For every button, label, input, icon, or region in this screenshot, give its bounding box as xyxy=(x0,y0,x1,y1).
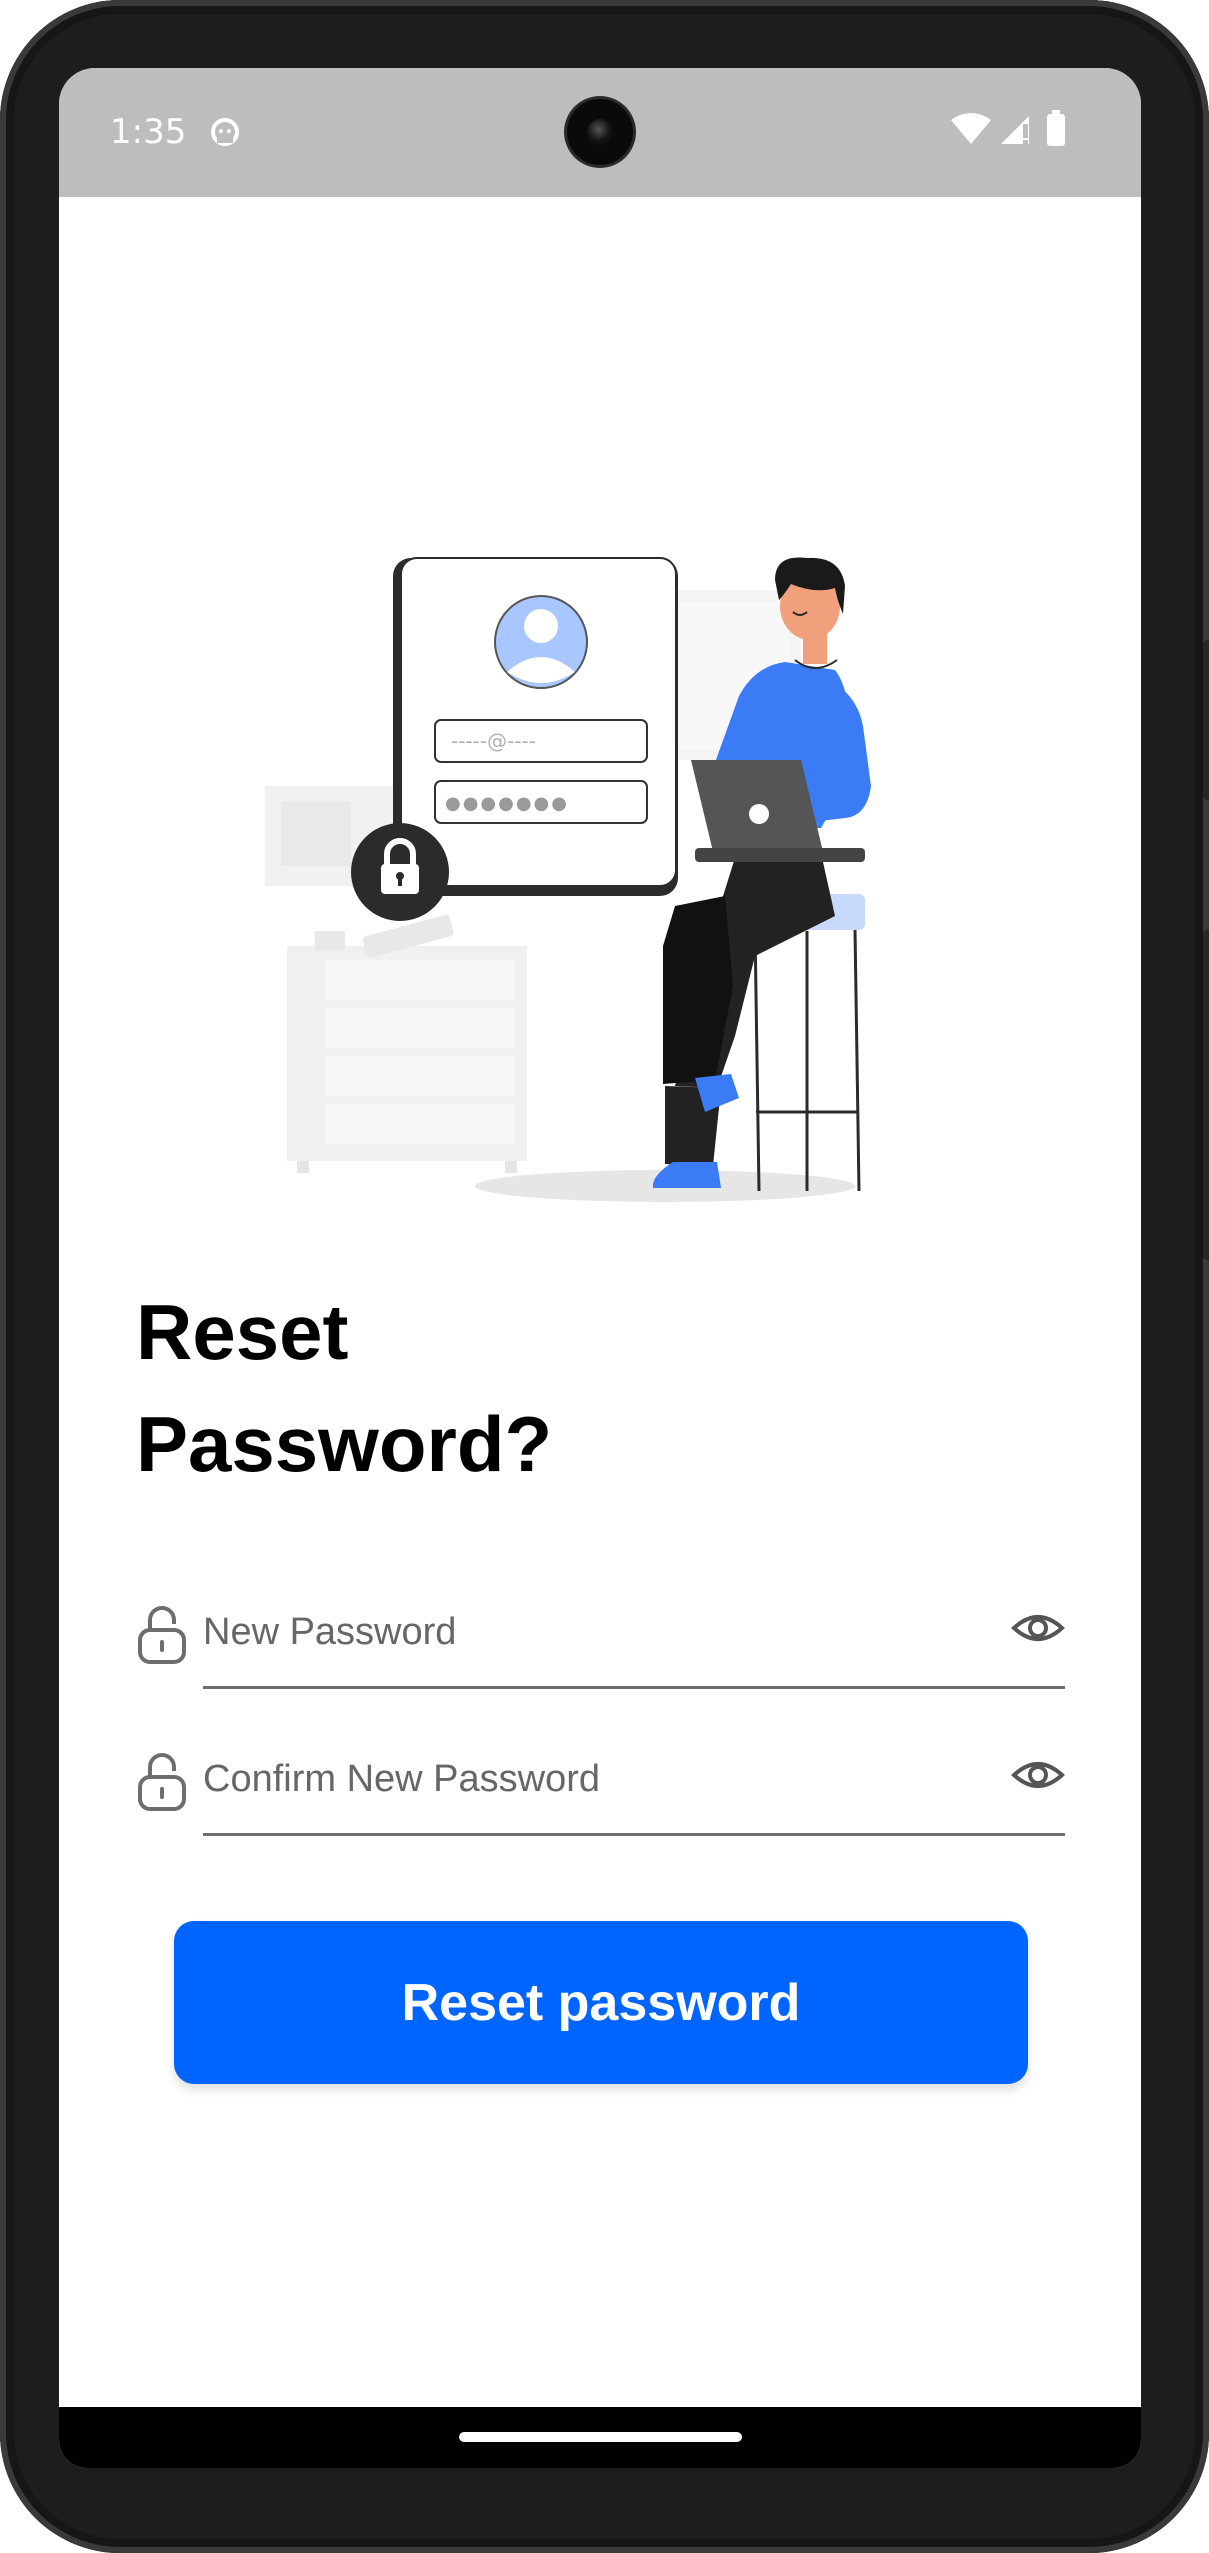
confirm-password-field xyxy=(136,1727,1066,1837)
illustration-email-text: -----@---- xyxy=(451,729,536,753)
front-camera xyxy=(567,99,633,165)
status-time: 1:35 xyxy=(110,112,187,152)
volume-button xyxy=(1203,930,1209,1260)
android-head-icon xyxy=(211,118,239,146)
status-bar: 1:35 xyxy=(59,68,1141,197)
login-security-illustration: -----@---- ●●●●●●● xyxy=(265,557,871,1202)
phone-frame: 1:35 -----@---- ●●●●●●● Reset Password? … xyxy=(0,0,1209,2553)
eye-icon[interactable] xyxy=(1010,1753,1066,1797)
page-title-line1: Reset xyxy=(136,1288,349,1376)
page-title-line2: Password? xyxy=(136,1400,553,1488)
status-icons xyxy=(951,110,1065,146)
app-screen: 1:35 -----@---- ●●●●●●● Reset Password? … xyxy=(59,68,1141,2468)
illustration-password-text: ●●●●●●● xyxy=(445,793,569,814)
power-button xyxy=(1203,640,1209,800)
eye-icon[interactable] xyxy=(1010,1606,1066,1650)
new-password-underline xyxy=(203,1686,1065,1689)
wifi-icon xyxy=(951,113,991,144)
page-title: Reset Password? xyxy=(136,1276,1036,1500)
unlock-icon xyxy=(138,1753,186,1811)
battery-icon xyxy=(1047,110,1065,146)
unlock-icon xyxy=(138,1606,186,1664)
confirm-password-underline xyxy=(203,1833,1065,1836)
home-indicator[interactable] xyxy=(459,2432,742,2442)
reset-password-button[interactable]: Reset password xyxy=(174,1921,1028,2084)
confirm-password-input[interactable] xyxy=(203,1749,943,1809)
new-password-field xyxy=(136,1580,1066,1690)
signal-icon xyxy=(1001,116,1029,144)
new-password-input[interactable] xyxy=(203,1602,943,1662)
stool xyxy=(753,927,861,1192)
